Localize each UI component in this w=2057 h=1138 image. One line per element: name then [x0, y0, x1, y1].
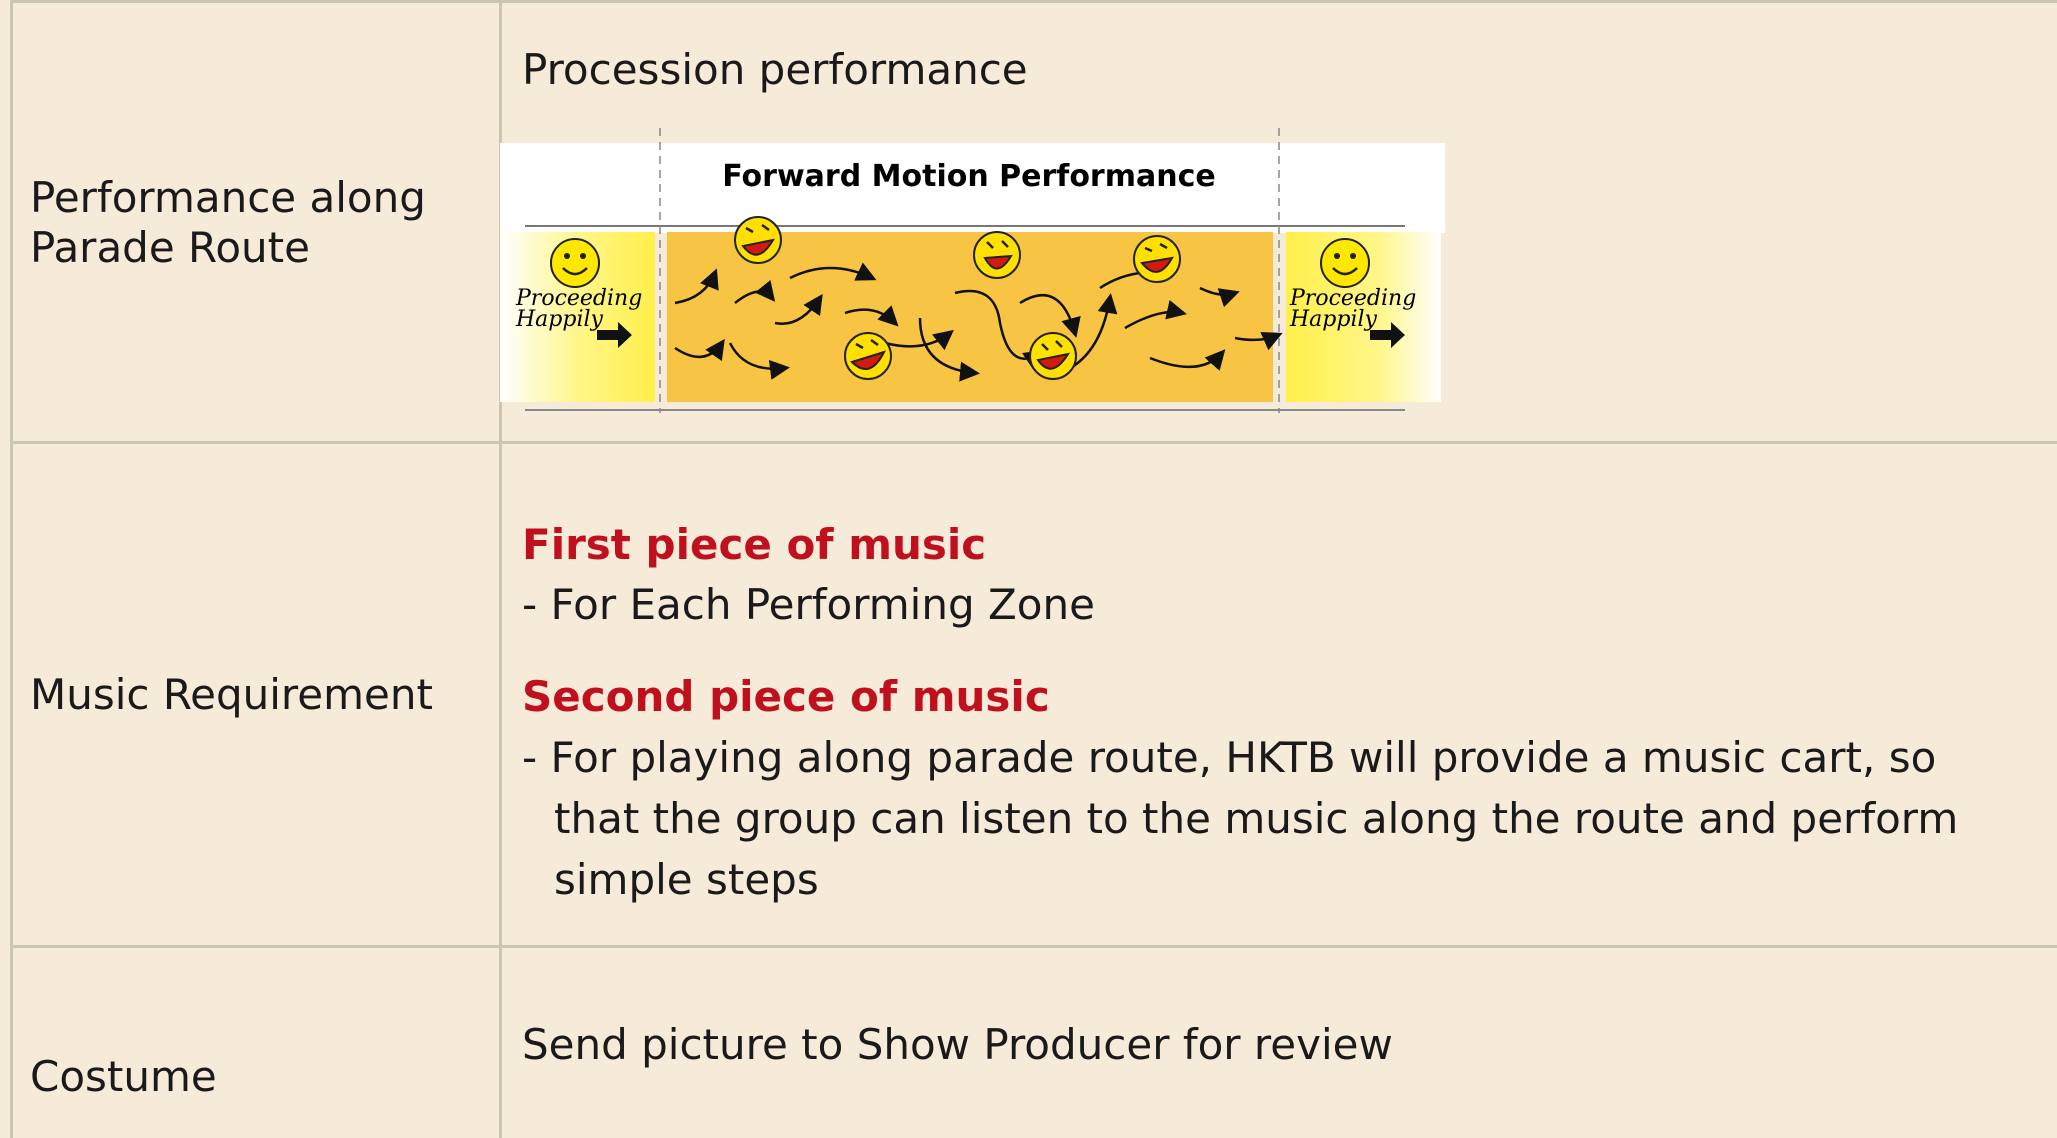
smiley-icon — [550, 238, 600, 288]
forward-motion-illustration: Forward Motion Performance Proceeding Ha… — [500, 128, 1445, 413]
first-music-heading: First piece of music — [522, 520, 987, 569]
left-zone-label-2: Happily — [515, 307, 604, 332]
table-left-border — [10, 0, 13, 1138]
row-divider-top — [10, 0, 2057, 3]
row-label-line: Performance along — [30, 173, 426, 222]
second-music-detail-line-2: that the group can listen to the music a… — [554, 794, 1959, 843]
second-music-heading: Second piece of music — [522, 672, 1050, 721]
figure-title: Forward Motion Performance — [722, 159, 1215, 194]
row-label-performance: Performance along Parade Route — [30, 173, 426, 273]
row-divider-2 — [10, 945, 2057, 948]
first-music-detail: - For Each Performing Zone — [522, 580, 1095, 629]
laughing-face-icon — [1029, 332, 1077, 380]
laughing-face-icon — [973, 231, 1021, 279]
row-divider-1 — [10, 441, 2057, 444]
laughing-face-icon — [844, 332, 892, 380]
forward-motion-diagram: Forward Motion Performance Proceeding Ha… — [500, 128, 1445, 413]
procession-heading: Procession performance — [522, 45, 1028, 94]
second-music-detail-line-3: simple steps — [554, 855, 819, 904]
info-table: Performance along Parade Route Processio… — [0, 0, 2057, 1138]
row-label-line: Parade Route — [30, 223, 310, 272]
second-music-detail-line-1: - For playing along parade route, HKTB w… — [522, 733, 1937, 782]
laughing-face-icon — [1133, 235, 1181, 283]
costume-content: Send picture to Show Producer for review — [522, 1020, 1393, 1069]
row-label-music: Music Requirement — [30, 670, 433, 719]
right-zone-label-2: Happily — [1289, 307, 1378, 332]
laughing-face-icon — [734, 216, 782, 264]
smiley-icon — [1320, 238, 1370, 288]
row-label-costume: Costume — [30, 1052, 217, 1101]
